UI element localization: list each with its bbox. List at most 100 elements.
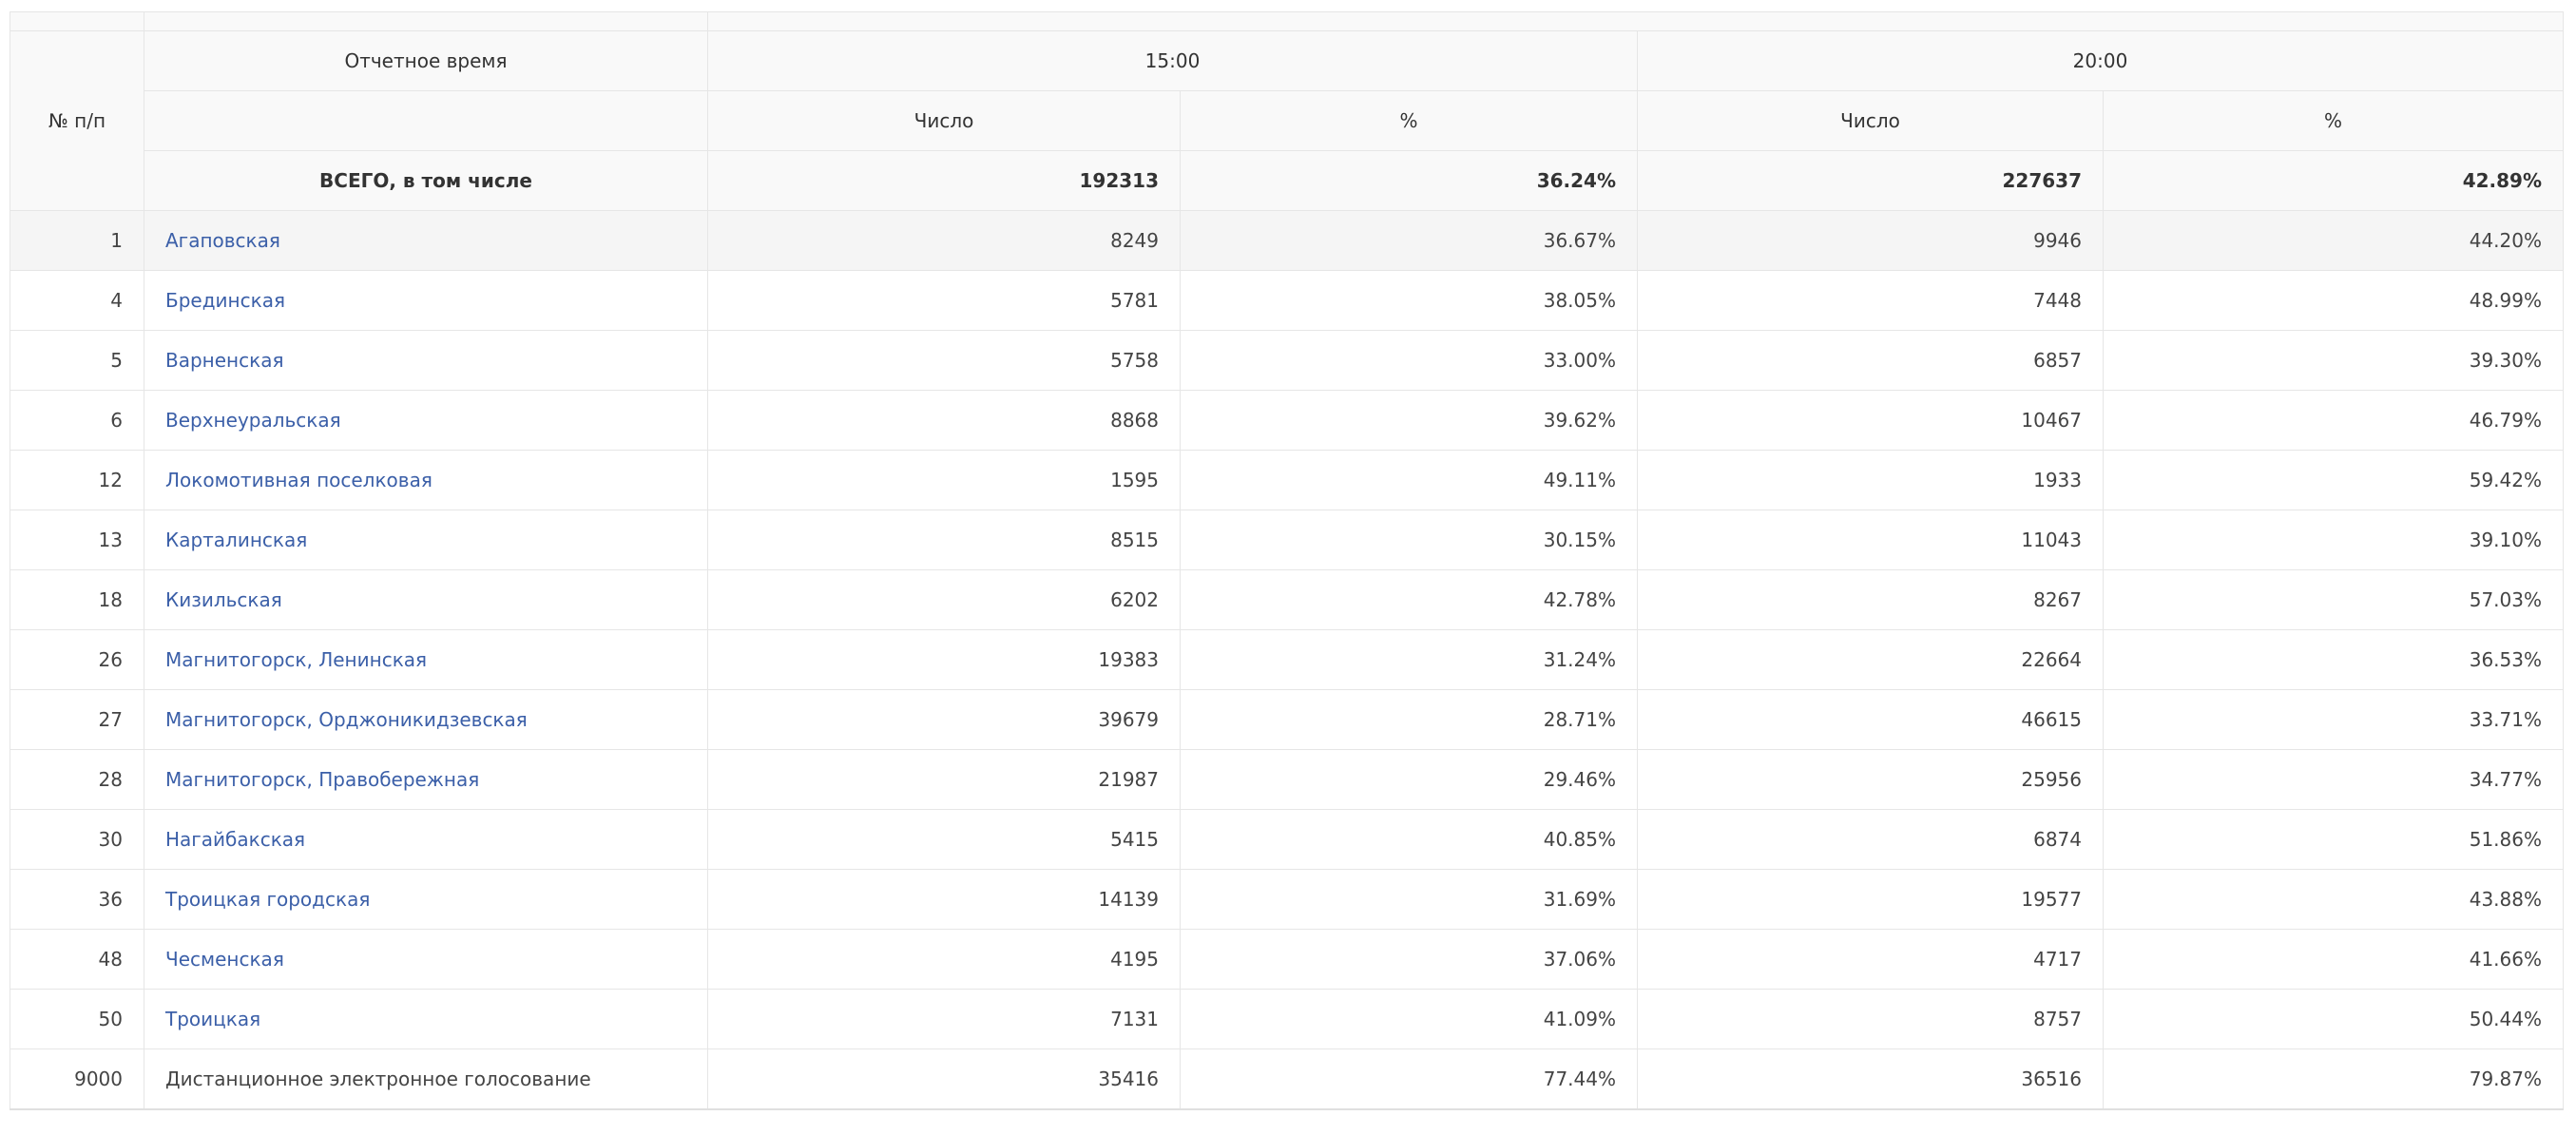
- pct-time2: 43.88%: [2103, 869, 2564, 930]
- table-row: 12 Локомотивная поселковая 1595 49.11% 1…: [10, 450, 2564, 510]
- header-row-metrics: Число % Число %: [10, 90, 2564, 151]
- table-row: 6 Верхнеуральская 8868 39.62% 10467 46.7…: [10, 390, 2564, 451]
- turnout-table-container: № п/п Отчетное время 15:00 20:00 Число %…: [10, 11, 2564, 1113]
- pct-time2: 46.79%: [2103, 390, 2564, 451]
- pct-time1: 41.09%: [1180, 989, 1638, 1049]
- pct-time2: 57.03%: [2103, 569, 2564, 630]
- count-header-time1: Число: [707, 90, 1181, 151]
- total-row: ВСЕГО, в том числе 192313 36.24% 227637 …: [10, 150, 2564, 211]
- count-time2: 10467: [1637, 390, 2104, 451]
- count-time2: 11043: [1637, 510, 2104, 570]
- total-label: ВСЕГО, в том числе: [144, 150, 708, 211]
- commission-link[interactable]: Чесменская: [165, 948, 284, 971]
- pct-time1: 28.71%: [1180, 689, 1638, 750]
- pct-time2: 39.10%: [2103, 510, 2564, 570]
- pct-time1: 38.05%: [1180, 270, 1638, 331]
- total-count-time2: 227637: [1637, 150, 2104, 211]
- commission-link[interactable]: Магнитогорск, Правобережная: [165, 768, 479, 791]
- count-time2: 25956: [1637, 749, 2104, 810]
- pct-time2: 59.42%: [2103, 450, 2564, 510]
- count-time1: 5758: [707, 330, 1181, 391]
- commission-link[interactable]: Троицкая: [165, 1008, 260, 1030]
- commission-link[interactable]: Кизильская: [165, 588, 282, 611]
- pct-time1: 36.67%: [1180, 210, 1638, 271]
- header-spacer-row: [10, 11, 2564, 31]
- pct-time1: 39.62%: [1180, 390, 1638, 451]
- table-row: 48 Чесменская 4195 37.06% 4717 41.66%: [10, 929, 2564, 990]
- commission-link[interactable]: Нагайбакская: [165, 828, 305, 851]
- count-time1: 8868: [707, 390, 1181, 451]
- count-time1: 35416: [707, 1048, 1181, 1109]
- commission-link[interactable]: Магнитогорск, Орджоникидзевская: [165, 708, 528, 731]
- commission-name-cell: Троицкая: [144, 989, 708, 1049]
- count-time2: 19577: [1637, 869, 2104, 930]
- commission-link[interactable]: Брединская: [165, 289, 285, 312]
- total-pct-time1: 36.24%: [1180, 150, 1638, 211]
- commission-link[interactable]: Верхнеуральская: [165, 409, 341, 432]
- count-time1: 6202: [707, 569, 1181, 630]
- commission-name: Дистанционное электронное голосование: [165, 1067, 591, 1090]
- commission-name-cell: Магнитогорск, Правобережная: [144, 749, 708, 810]
- pct-time2: 50.44%: [2103, 989, 2564, 1049]
- row-number: 13: [10, 510, 144, 570]
- commission-link[interactable]: Варненская: [165, 349, 284, 372]
- pct-time2: 41.66%: [2103, 929, 2564, 990]
- count-time2: 22664: [1637, 629, 2104, 690]
- pct-time2: 36.53%: [2103, 629, 2564, 690]
- table-row: 26 Магнитогорск, Ленинская 19383 31.24% …: [10, 629, 2564, 690]
- pct-time1: 77.44%: [1180, 1048, 1638, 1109]
- count-time2: 7448: [1637, 270, 2104, 331]
- commission-link[interactable]: Агаповская: [165, 229, 280, 252]
- pct-time1: 40.85%: [1180, 809, 1638, 870]
- pct-time1: 33.00%: [1180, 330, 1638, 391]
- row-number: 26: [10, 629, 144, 690]
- commission-name-cell: Агаповская: [144, 210, 708, 271]
- count-time2: 6874: [1637, 809, 2104, 870]
- commission-link[interactable]: Магнитогорск, Ленинская: [165, 648, 427, 671]
- row-number: 4: [10, 270, 144, 331]
- count-time1: 21987: [707, 749, 1181, 810]
- table-row: 13 Карталинская 8515 30.15% 11043 39.10%: [10, 510, 2564, 570]
- commission-name-cell: Верхнеуральская: [144, 390, 708, 451]
- pct-time1: 31.24%: [1180, 629, 1638, 690]
- row-number: 6: [10, 390, 144, 451]
- table-row: 28 Магнитогорск, Правобережная 21987 29.…: [10, 749, 2564, 810]
- spacer-cell: [144, 11, 708, 31]
- count-time1: 19383: [707, 629, 1181, 690]
- commission-name-cell: Кизильская: [144, 569, 708, 630]
- table-row: 36 Троицкая городская 14139 31.69% 19577…: [10, 869, 2564, 930]
- pct-time2: 33.71%: [2103, 689, 2564, 750]
- commission-link[interactable]: Карталинская: [165, 529, 307, 551]
- row-number: 9000: [10, 1048, 144, 1109]
- row-number: 12: [10, 450, 144, 510]
- total-count-time1: 192313: [707, 150, 1181, 211]
- spacer-cell: [10, 11, 144, 31]
- row-number: 36: [10, 869, 144, 930]
- commission-link[interactable]: Троицкая городская: [165, 888, 370, 911]
- header-row-time: № п/п Отчетное время 15:00 20:00: [10, 30, 2564, 211]
- pct-time1: 49.11%: [1180, 450, 1638, 510]
- count-time1: 39679: [707, 689, 1181, 750]
- row-number: 27: [10, 689, 144, 750]
- table-header: № п/п Отчетное время 15:00 20:00 Число %…: [10, 11, 2564, 211]
- commission-link[interactable]: Локомотивная поселковая: [165, 469, 433, 491]
- time2-header: 20:00: [1637, 30, 2564, 91]
- count-time1: 5415: [707, 809, 1181, 870]
- row-number: 5: [10, 330, 144, 391]
- pct-time1: 29.46%: [1180, 749, 1638, 810]
- bottom-edge-cell: [10, 1107, 2564, 1113]
- pct-time2: 79.87%: [2103, 1048, 2564, 1109]
- time1-header: 15:00: [707, 30, 1638, 91]
- pct-time2: 39.30%: [2103, 330, 2564, 391]
- pct-header-time1: %: [1180, 90, 1638, 151]
- row-number: 50: [10, 989, 144, 1049]
- pct-time2: 51.86%: [2103, 809, 2564, 870]
- count-time2: 1933: [1637, 450, 2104, 510]
- count-time2: 8267: [1637, 569, 2104, 630]
- pct-time1: 42.78%: [1180, 569, 1638, 630]
- pct-header-time2: %: [2103, 90, 2564, 151]
- table-bottom-edge: [10, 1107, 2564, 1113]
- commission-name-cell: Дистанционное электронное голосование: [144, 1048, 708, 1109]
- count-time1: 1595: [707, 450, 1181, 510]
- row-number: 1: [10, 210, 144, 271]
